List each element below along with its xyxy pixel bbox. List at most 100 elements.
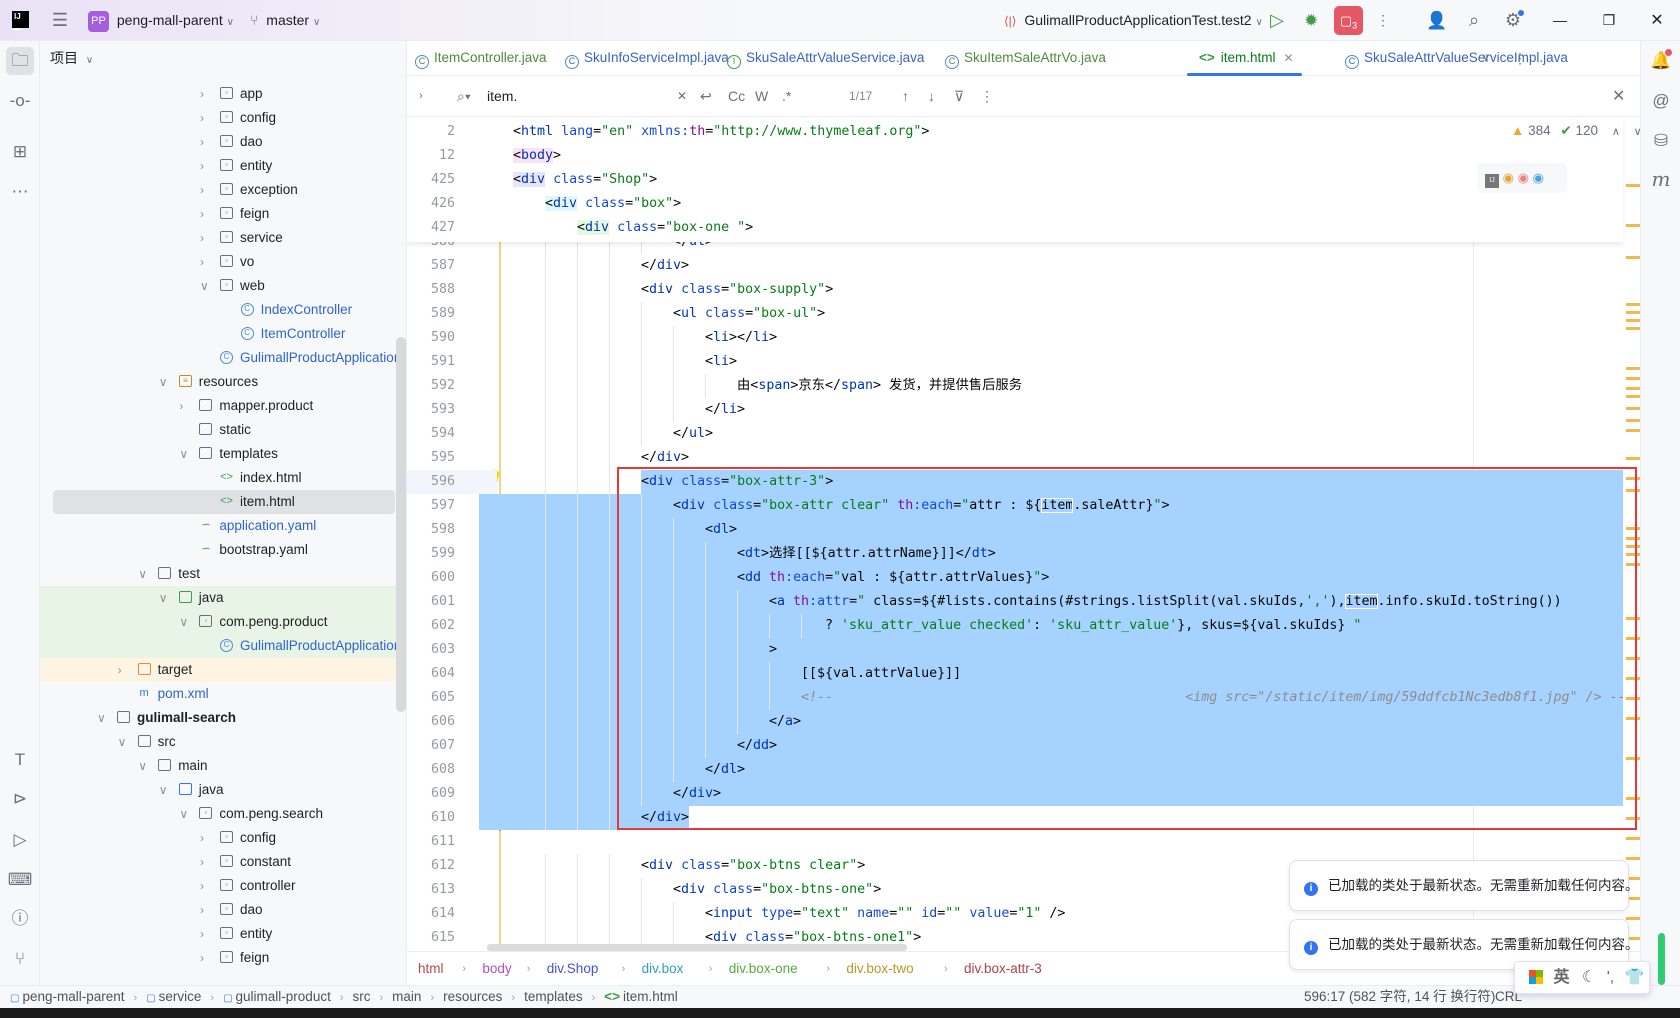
tree-item[interactable]: › ◦ config [40,106,406,130]
stripe-mark[interactable] [1626,837,1640,840]
code-line[interactable]: 592 由<span>京东</span> 发货，并提供售后服务 [407,374,1623,398]
filter-icon[interactable]: ⊽ [954,76,964,117]
tree-item[interactable]: ∨ ◦ web [40,274,406,298]
tree-item-selected[interactable]: <> item.html [53,490,395,514]
code-line[interactable]: 2 <html lang="en" xmlns:th="http://www.th… [407,120,1623,144]
database-icon[interactable]: ⛁ [1647,127,1675,155]
tab[interactable]: I SkuSaleAttrValueService.java [727,41,924,76]
tab[interactable]: C SkuInfoServiceImpl.java [565,41,729,76]
stripe-mark[interactable] [1626,367,1640,370]
run-tool-icon[interactable]: ▷ [6,826,34,854]
chevron-down-icon[interactable]: ∨ [200,274,209,298]
stripe-mark[interactable] [1626,184,1640,187]
code-line[interactable]: 425 <div class="Shop"> [407,168,1623,192]
tree-item[interactable]: ∨ gulimall-search [40,706,406,730]
text-tool-icon[interactable]: T [6,746,34,774]
tree-item[interactable]: ∨ ◦ com.peng.search [40,802,406,826]
chevron-right-icon[interactable]: › [200,154,204,178]
tabs-more-icon[interactable]: ⋮ [1513,41,1527,76]
tree-item[interactable]: static [40,418,406,442]
chevron-right-icon[interactable]: › [200,82,204,106]
tree-item[interactable]: ∨ ≡ resources [40,370,406,394]
stripe-mark[interactable] [1626,395,1640,398]
tree-item[interactable]: ∨ src [40,730,406,754]
chevron-right-icon[interactable]: › [200,202,204,226]
ai-assistant-icon[interactable]: @ [1647,87,1675,115]
skin-icon[interactable]: 👕 [1625,969,1645,986]
status-path-item[interactable]: ▢ peng-mall-parent [10,989,125,1004]
code-line[interactable]: 590 <li></li> [407,326,1623,350]
breadcrumb-item[interactable]: div.Shop [547,952,599,986]
tree-item[interactable]: ∨ main [40,754,406,778]
stripe-mark[interactable] [1626,857,1640,860]
breadcrumb-item[interactable]: div.box-one [729,952,798,986]
tree-item[interactable]: ∨ test [40,562,406,586]
tree-item[interactable]: › ◦ feign [40,946,406,970]
terminal-icon[interactable]: ⌨ [6,866,34,894]
chevron-right-icon[interactable]: › [200,106,204,130]
project-tool-folder-icon[interactable]: 🗀 [6,47,34,75]
chevron-right-icon[interactable]: › [200,130,204,154]
code-line[interactable]: 587 </div> [407,254,1623,278]
horizontal-scrollbar[interactable] [487,944,907,951]
status-path-item[interactable]: ▢ gulimall-product [223,989,331,1004]
tree-item[interactable]: › ◦ dao [40,898,406,922]
close-find-icon[interactable]: ✕ [1612,76,1625,117]
branch-selector[interactable]: ⑂ master ∨ [250,0,320,41]
chevron-down-icon[interactable]: ∨ [179,442,188,466]
stripe-mark[interactable] [1626,319,1640,322]
stop-button[interactable]: ▢3 [1334,6,1363,35]
ime-mode[interactable]: 英 [1553,969,1569,986]
stripe-mark[interactable] [1626,303,1640,306]
whole-words-toggle[interactable]: W [755,76,768,117]
settings-gear-icon[interactable]: ⚙ [1503,0,1524,41]
stripe-mark[interactable] [1626,327,1640,330]
tree-item[interactable]: ∽ bootstrap.yaml [40,538,406,562]
tree-item[interactable]: › ◦ exception [40,178,406,202]
code-line[interactable]: 12 <body> [407,144,1623,168]
chevron-down-icon[interactable]: ∨ [118,730,127,754]
status-path-item[interactable]: src [353,989,371,1004]
chevron-down-icon[interactable]: ∨ [159,778,168,802]
run-config-selector[interactable]: ⟨|⟩ GulimallProductApplicationTest.test2… [1004,0,1263,41]
breadcrumb-item[interactable]: body [482,952,511,986]
search-icon[interactable]: ⌕ [1464,0,1484,41]
maven-icon[interactable]: m [1647,165,1675,193]
minimize-icon[interactable]: — [1550,0,1570,41]
notification-toast[interactable]: i 已加载的类处于最新状态。无需重新加载任何内容。 [1289,860,1639,911]
tabs-dropdown-icon[interactable]: ∨ [1482,41,1490,76]
chevron-right-icon[interactable]: › [179,394,183,418]
chevron-down-icon[interactable]: ∨ [138,562,147,586]
tree-item[interactable]: › ◦ service [40,226,406,250]
stripe-mark[interactable] [1626,311,1640,314]
tree-item[interactable]: ∽ application.yaml [40,514,406,538]
code-line[interactable]: 591 <li> [407,350,1623,374]
close-window-icon[interactable]: ✕ [1647,0,1667,41]
tree-item[interactable]: › mapper.product [40,394,406,418]
tab[interactable]: C SkuSaleAttrValueServiceImpl.java [1345,41,1568,76]
tree-item[interactable]: C ItemController [40,322,406,346]
chevron-down-icon[interactable]: ∨ [159,586,168,610]
next-match-icon[interactable]: ↓ [928,76,935,117]
tree-item[interactable]: › ◦ entity [40,154,406,178]
chevron-right-icon[interactable]: › [200,946,204,970]
more-tools-icon[interactable]: ⋯ [6,178,34,206]
status-path-item[interactable]: main [392,989,421,1004]
code-line[interactable]: 588 <div class="box-supply"> [407,278,1623,302]
ime-widget[interactable]: 英 ☾ ', 👕 [1514,961,1650,994]
tree-item[interactable]: m pom.xml [40,682,406,706]
tree-item[interactable]: › target [40,658,406,682]
status-path-item[interactable]: ▢ service [146,989,201,1004]
stripe-mark[interactable] [1626,256,1640,259]
caret-position[interactable]: 596:17 (582 字符, 14 行 换行符) [1304,986,1495,1008]
tree-item[interactable]: › ◦ app [40,82,406,106]
code-line[interactable]: 589 <ul class="box-ul"> [407,302,1623,326]
run-icon[interactable]: ▷ [1270,0,1284,41]
tree-item[interactable]: C GulimallProductApplicationTest [40,634,406,658]
services-icon[interactable]: ⊳ [6,785,34,813]
tree-item[interactable]: C IndexController [40,298,406,322]
chevron-right-icon[interactable]: › [200,226,204,250]
tree-item[interactable]: › ◦ vo [40,250,406,274]
tab[interactable]: C SkuItemSaleAttrVo.java [945,41,1106,76]
chevron-right-icon[interactable]: › [200,178,204,202]
